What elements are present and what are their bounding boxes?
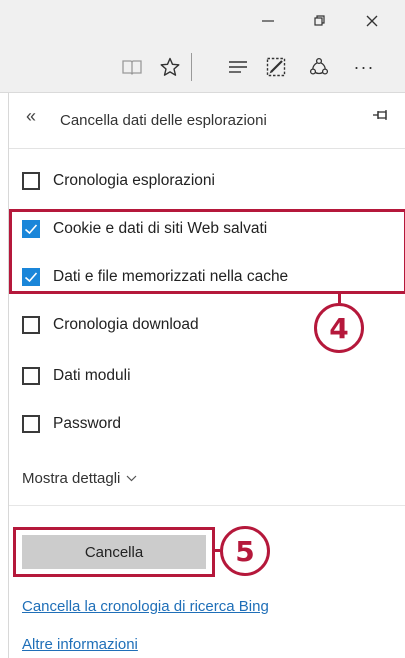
option-label: Cronologia esplorazioni — [53, 172, 215, 189]
minimize-icon[interactable] — [248, 0, 288, 42]
section-divider — [9, 505, 405, 506]
title-bar — [0, 0, 405, 42]
share-icon[interactable] — [305, 42, 333, 92]
browser-toolbar: ··· — [0, 42, 405, 93]
checkbox-download-history[interactable] — [22, 316, 40, 334]
checkbox-passwords[interactable] — [22, 415, 40, 433]
header-divider — [9, 148, 405, 149]
web-note-icon[interactable] — [262, 42, 290, 92]
option-passwords[interactable]: Password — [22, 412, 121, 436]
option-download-history[interactable]: Cronologia download — [22, 313, 199, 337]
callout-number: 4 — [329, 311, 349, 345]
close-icon[interactable] — [352, 0, 392, 42]
more-label: ··· — [353, 56, 375, 77]
show-details-link[interactable]: Mostra dettagli — [22, 470, 137, 487]
callout-connector-4 — [338, 293, 341, 303]
clear-button[interactable]: Cancella — [22, 535, 206, 569]
option-form-data[interactable]: Dati moduli — [22, 364, 131, 388]
favorites-star-icon[interactable] — [156, 42, 184, 92]
more-icon[interactable]: ··· — [342, 42, 386, 92]
panel-border — [8, 93, 9, 658]
toolbar-separator — [191, 53, 192, 81]
reading-view-icon[interactable] — [118, 42, 146, 92]
checkbox-browsing-history[interactable] — [22, 172, 40, 190]
restore-icon[interactable] — [300, 0, 340, 42]
callout-step-5: 5 — [220, 526, 270, 576]
annotation-highlight-4 — [9, 209, 405, 294]
callout-step-4: 4 — [314, 303, 364, 353]
option-browsing-history[interactable]: Cronologia esplorazioni — [22, 169, 215, 193]
option-label: Password — [53, 415, 122, 432]
more-info-link[interactable]: Altre informazioni — [22, 636, 138, 653]
panel-title: Cancella dati delle esplorazioni — [60, 112, 267, 129]
callout-number: 5 — [235, 534, 255, 568]
show-details-label: Mostra dettagli — [22, 470, 121, 487]
option-label: Cronologia download — [53, 316, 199, 333]
clear-bing-history-link[interactable]: Cancella la cronologia di ricerca Bing — [22, 598, 269, 615]
back-button[interactable]: « — [26, 106, 36, 127]
pin-icon[interactable] — [372, 108, 390, 127]
option-label: Dati moduli — [53, 367, 131, 384]
hub-icon[interactable] — [224, 42, 252, 92]
checkbox-form-data[interactable] — [22, 367, 40, 385]
chevron-down-icon — [126, 475, 137, 482]
